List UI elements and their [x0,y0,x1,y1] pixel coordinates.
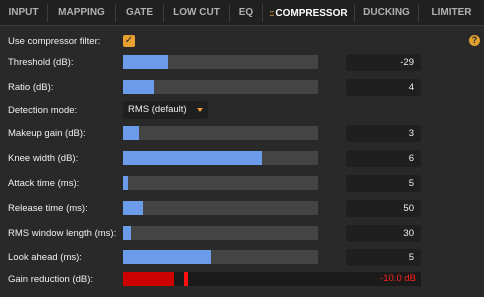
attack-time-slider[interactable] [123,176,318,190]
tab-ducking[interactable]: DUCKING [355,4,419,22]
makeup-gain-value[interactable]: 3 [346,125,421,142]
threshold-slider[interactable] [123,55,318,69]
threshold-value[interactable]: -29 [346,54,421,71]
look-ahead-slider-fill [123,250,211,264]
tab-input[interactable]: INPUT [0,4,48,22]
ratio-slider-fill [123,80,155,94]
release-time-slider-fill [123,201,143,215]
knee-width-slider-fill [123,151,263,165]
gain-reduction-label: Gain reduction (dB): [8,274,94,285]
caret-down-icon [197,108,203,112]
tab-compressor-label: COMPRESSOR [275,8,348,19]
tab-mapping[interactable]: MAPPING [48,4,116,22]
tab-limiter[interactable]: LIMITER [419,4,484,22]
makeup-gain-slider[interactable] [123,126,318,140]
gain-reduction-meter-fill [123,272,174,286]
gain-reduction-meter: -10.0 dB [123,272,421,286]
rms-window-slider[interactable] [123,226,318,240]
tab-bar: INPUT MAPPING GATE LOW CUT EQ :: COMPRESS… [0,0,484,26]
tab-compressor[interactable]: :: COMPRESSOR [263,4,355,22]
detection-mode-label: Detection mode: [8,105,78,116]
tab-eq[interactable]: EQ [230,4,263,22]
look-ahead-slider[interactable] [123,250,318,264]
gain-reduction-peak-marker [184,272,189,286]
attack-time-value[interactable]: 5 [346,175,421,192]
threshold-label: Threshold (dB): [8,57,74,68]
use-compressor-checkbox[interactable]: ✓ [123,35,135,47]
makeup-gain-label: Makeup gain (dB): [8,128,86,139]
tab-low-cut[interactable]: LOW CUT [164,4,230,22]
use-compressor-label: Use compressor filter: [8,36,101,47]
ratio-value[interactable]: 4 [346,79,421,96]
release-time-label: Release time (ms): [8,203,88,214]
knee-width-slider[interactable] [123,151,318,165]
ratio-slider[interactable] [123,80,318,94]
makeup-gain-slider-fill [123,126,139,140]
gain-reduction-value: -10.0 dB [380,273,416,284]
knee-width-label: Knee width (dB): [8,153,79,164]
detection-mode-value: RMS (default) [128,104,187,115]
release-time-value[interactable]: 50 [346,200,421,217]
knee-width-value[interactable]: 6 [346,150,421,167]
rms-window-slider-fill [123,226,131,240]
drag-handle-icon: :: [269,8,274,18]
ratio-label: Ratio (dB): [8,82,54,93]
release-time-slider[interactable] [123,201,318,215]
look-ahead-value[interactable]: 5 [346,249,421,266]
attack-time-slider-fill [123,176,128,190]
rms-window-label: RMS window length (ms): [8,228,117,239]
detection-mode-dropdown[interactable]: RMS (default) [123,101,208,119]
help-icon[interactable]: ? [469,35,480,46]
threshold-slider-fill [123,55,168,69]
tab-gate[interactable]: GATE [116,4,164,22]
rms-window-value[interactable]: 30 [346,225,421,242]
look-ahead-label: Look ahead (ms): [8,252,82,263]
attack-time-label: Attack time (ms): [8,178,80,189]
